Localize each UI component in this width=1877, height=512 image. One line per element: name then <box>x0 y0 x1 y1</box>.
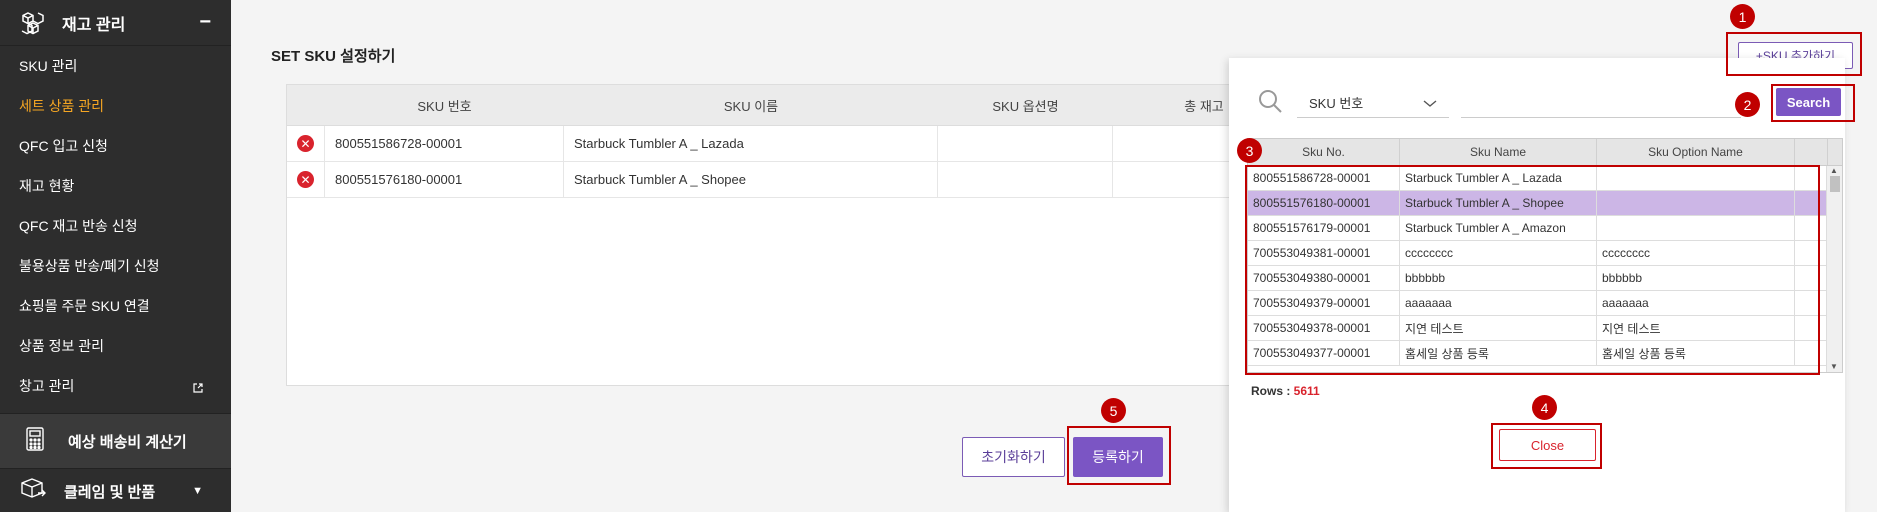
sidebar-item[interactable]: 상품 정보 관리 <box>0 326 231 366</box>
delete-cell: ✕ <box>287 162 325 197</box>
sidebar-item[interactable]: 세트 상품 관리 <box>0 86 231 126</box>
search-input[interactable] <box>1461 88 1741 118</box>
sidebar-item[interactable]: SKU 관리 <box>0 46 231 86</box>
sidebar-item-shipping-calculator[interactable]: 예상 배송비 계산기 <box>0 413 231 469</box>
sidebar-item-claim[interactable]: 클레임 및 반품 ▼ <box>0 470 231 512</box>
search-icon <box>1257 88 1282 113</box>
annotation-box-5 <box>1067 426 1171 485</box>
header-sku-name: SKU 이름 <box>723 98 779 114</box>
annotation-box-4 <box>1491 423 1602 469</box>
scroll-down-icon[interactable]: ▼ <box>1830 362 1838 371</box>
sidebar-item[interactable]: 재고 현황 <box>0 166 231 206</box>
sidebar-item-label: 세트 상품 관리 <box>19 98 105 114</box>
header-sku-no: SKU 번호 <box>417 98 472 114</box>
annotation-box-1 <box>1726 32 1862 76</box>
search-type-value: SKU 번호 <box>1309 96 1364 111</box>
cell-sku-no: 800551586728-00001 <box>325 126 564 161</box>
grid-header: Sku No. Sku Name Sku Option Name <box>1248 139 1842 166</box>
annotation-marker-5: 5 <box>1101 398 1126 423</box>
collapse-icon[interactable]: − <box>199 11 211 34</box>
annotation-box-2 <box>1771 84 1855 122</box>
sidebar-item[interactable]: 쇼핑몰 주문 SKU 연결 <box>0 286 231 326</box>
search-type-select[interactable]: SKU 번호 <box>1297 88 1449 118</box>
sidebar-header-inventory[interactable]: 재고 관리 − <box>0 0 231 46</box>
boxes-icon <box>20 10 46 36</box>
chevron-down-icon[interactable]: ▼ <box>192 485 203 497</box>
delete-icon[interactable]: ✕ <box>297 135 314 152</box>
delete-cell: ✕ <box>287 126 325 161</box>
cell-sku-name: Starbuck Tumbler A _ Shopee <box>564 162 938 197</box>
calculator-title: 예상 배송비 계산기 <box>68 433 187 451</box>
rows-count: Rows : 5611 <box>1251 384 1320 398</box>
table-row: ✕ 800551576180-00001 Starbuck Tumbler A _ … <box>287 162 1295 198</box>
grid-header-sku-name: Sku Name <box>1400 139 1597 165</box>
grid-header-sku-option: Sku Option Name <box>1597 139 1795 165</box>
chevron-down-icon <box>1423 96 1437 111</box>
cell-sku-option <box>938 126 1113 161</box>
sidebar-item[interactable]: QFC 재고 반송 신청 <box>0 206 231 246</box>
annotation-marker-4: 4 <box>1532 395 1557 420</box>
annotation-marker-2: 2 <box>1735 92 1760 117</box>
sidebar-item[interactable]: 창고 관리 <box>0 366 231 406</box>
sidebar: 재고 관리 − SKU 관리세트 상품 관리 QFC 입고 신청재고 현황 QFC … <box>0 0 231 512</box>
grid-header-spacer <box>1795 139 1828 165</box>
cell-sku-no: 800551576180-00001 <box>325 162 564 197</box>
scroll-thumb[interactable] <box>1830 176 1840 192</box>
set-sku-table: SKU 번호 SKU 이름 SKU 옵션명 총 재고 ✕ 800551586728… <box>286 84 1296 386</box>
sidebar-item[interactable]: QFC 입고 신청 <box>0 126 231 166</box>
return-box-icon <box>20 477 46 506</box>
sidebar-menu: SKU 관리세트 상품 관리 QFC 입고 신청재고 현황 QFC 재고 반송 신청… <box>0 46 231 406</box>
grid-header-sku-no: Sku No. <box>1248 139 1400 165</box>
sidebar-item-label: QFC 재고 반송 신청 <box>19 218 138 234</box>
rows-count-label: Rows : <box>1251 384 1294 398</box>
sidebar-item-label: 창고 관리 <box>19 378 75 394</box>
sidebar-item-label: 재고 현황 <box>19 178 75 194</box>
cell-sku-option <box>938 162 1113 197</box>
header-delete <box>287 85 325 125</box>
sidebar-header-title: 재고 관리 <box>62 16 126 34</box>
annotation-marker-3: 3 <box>1237 138 1262 163</box>
annotation-box-3 <box>1245 165 1820 375</box>
sidebar-item-label: 상품 정보 관리 <box>19 338 105 354</box>
sidebar-item-label: 불용상품 반송/폐기 신청 <box>19 258 160 274</box>
sidebar-item-label: SKU 관리 <box>19 58 78 74</box>
rows-count-value: 5611 <box>1293 384 1320 398</box>
sidebar-item[interactable]: 불용상품 반송/폐기 신청 <box>0 246 231 286</box>
table-body: ✕ 800551586728-00001 Starbuck Tumbler A _ … <box>287 126 1295 198</box>
delete-icon[interactable]: ✕ <box>297 171 314 188</box>
table-row: ✕ 800551586728-00001 Starbuck Tumbler A _ … <box>287 126 1295 162</box>
external-link-icon <box>193 380 203 396</box>
reset-button[interactable]: 초기화하기 <box>962 437 1065 477</box>
sidebar-item-label: QFC 입고 신청 <box>19 138 108 154</box>
header-sku-option: SKU 옵션명 <box>992 98 1059 114</box>
page-title: SET SKU 설정하기 <box>271 48 396 65</box>
grid-scrollbar[interactable]: ▲ ▼ <box>1826 166 1842 372</box>
table-header: SKU 번호 SKU 이름 SKU 옵션명 총 재고 <box>287 85 1295 126</box>
sidebar-item-label: 쇼핑몰 주문 SKU 연결 <box>19 298 150 314</box>
calculator-icon <box>26 426 44 456</box>
cell-sku-name: Starbuck Tumbler A _ Lazada <box>564 126 938 161</box>
claim-title: 클레임 및 반품 <box>64 483 156 501</box>
annotation-marker-1: 1 <box>1730 4 1755 29</box>
scroll-up-icon[interactable]: ▲ <box>1830 166 1838 175</box>
